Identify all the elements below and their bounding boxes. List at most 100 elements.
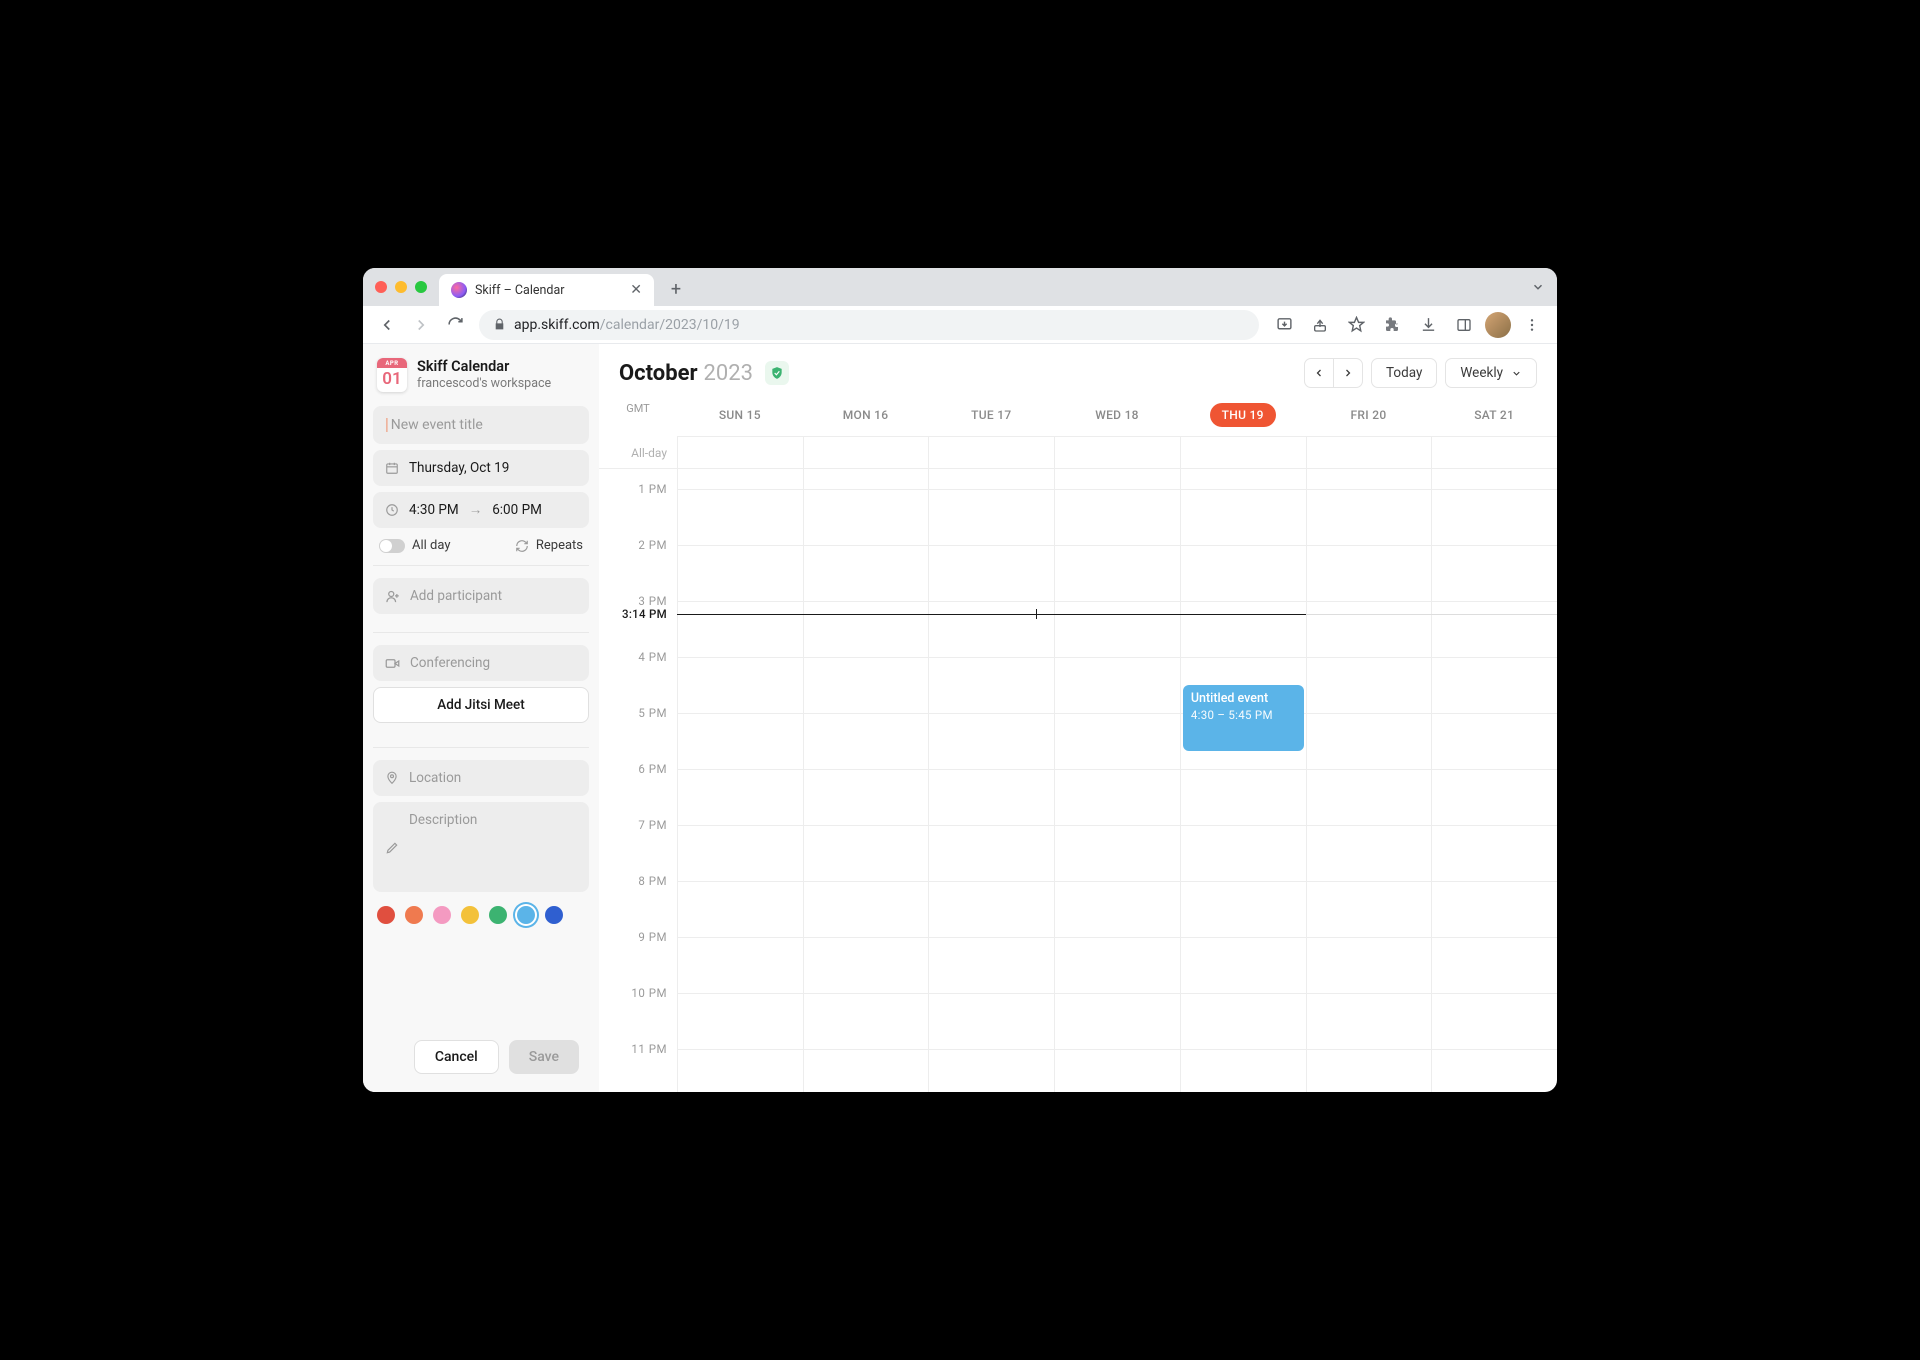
hour-label: 8 PM xyxy=(638,874,667,888)
today-button[interactable]: Today xyxy=(1371,358,1437,388)
calendar-event[interactable]: Untitled event 4:30 – 5:45 PM xyxy=(1183,685,1304,751)
day-header[interactable]: MON 16 xyxy=(803,398,929,436)
new-tab-button[interactable]: + xyxy=(662,275,690,303)
browser-tab[interactable]: Skiff – Calendar ✕ xyxy=(439,274,654,306)
hour-label: 7 PM xyxy=(638,818,667,832)
event-title: Untitled event xyxy=(1191,691,1296,706)
address-bar[interactable]: app.skiff.com/calendar/2023/10/19 xyxy=(479,310,1259,340)
event-time-field[interactable]: 4:30 PM → 6:00 PM xyxy=(373,492,589,528)
bookmark-icon[interactable] xyxy=(1341,310,1371,340)
save-button[interactable]: Save xyxy=(509,1040,579,1074)
all-day-cell[interactable] xyxy=(803,437,929,468)
day-header[interactable]: FRI 20 xyxy=(1306,398,1432,436)
conferencing-field[interactable]: Conferencing xyxy=(373,645,589,681)
time-column: 1 PM2 PM3 PM4 PM5 PM6 PM7 PM8 PM9 PM10 P… xyxy=(599,469,677,1092)
day-column[interactable] xyxy=(928,469,1054,1092)
color-option[interactable] xyxy=(405,906,423,924)
tab-title: Skiff – Calendar xyxy=(475,283,564,298)
all-day-cell[interactable] xyxy=(928,437,1054,468)
month-label: October xyxy=(619,361,698,386)
day-column[interactable] xyxy=(803,469,929,1092)
calendar-controls: Today Weekly xyxy=(1304,358,1537,388)
all-day-cell[interactable] xyxy=(1054,437,1180,468)
calendar-icon xyxy=(385,461,399,475)
workspace-name: francescod's workspace xyxy=(417,376,551,391)
arrow-right-icon: → xyxy=(469,502,483,518)
all-day-cell[interactable] xyxy=(1431,437,1557,468)
location-icon xyxy=(385,771,399,785)
all-day-toggle[interactable]: All day xyxy=(379,538,451,553)
color-option[interactable] xyxy=(545,906,563,924)
next-week-button[interactable] xyxy=(1333,358,1363,388)
calendar-main: October 2023 Today Weekly GMT xyxy=(599,344,1557,1092)
day-header[interactable]: WED 18 xyxy=(1054,398,1180,436)
cancel-button[interactable]: Cancel xyxy=(414,1040,499,1074)
timezone-label: GMT xyxy=(599,398,677,437)
forward-button[interactable] xyxy=(407,311,435,339)
view-selector[interactable]: Weekly xyxy=(1445,358,1537,388)
url-path: /calendar/2023/10/19 xyxy=(600,317,740,333)
downloads-icon[interactable] xyxy=(1413,310,1443,340)
favicon-icon xyxy=(451,282,467,298)
color-picker xyxy=(373,906,589,924)
day-column[interactable] xyxy=(677,469,803,1092)
day-column[interactable] xyxy=(1306,469,1432,1092)
end-time[interactable]: 6:00 PM xyxy=(492,502,542,518)
event-date-field[interactable]: Thursday, Oct 19 xyxy=(373,450,589,486)
back-button[interactable] xyxy=(373,311,401,339)
day-header[interactable]: TUE 17 xyxy=(928,398,1054,436)
event-title-input[interactable]: | xyxy=(373,406,589,444)
close-window-button[interactable] xyxy=(375,281,387,293)
event-time: 4:30 – 5:45 PM xyxy=(1191,708,1296,722)
maximize-window-button[interactable] xyxy=(415,281,427,293)
repeats-button[interactable]: Repeats xyxy=(515,538,583,553)
day-column[interactable]: Untitled event 4:30 – 5:45 PM xyxy=(1180,469,1306,1092)
all-day-label: All-day xyxy=(599,437,677,468)
calendar-header: October 2023 Today Weekly xyxy=(599,344,1557,398)
pencil-icon xyxy=(385,814,399,882)
color-option[interactable] xyxy=(377,906,395,924)
all-day-cell[interactable] xyxy=(677,437,803,468)
description-field[interactable]: Description xyxy=(373,802,589,892)
color-option[interactable] xyxy=(433,906,451,924)
color-option[interactable] xyxy=(489,906,507,924)
clock-icon xyxy=(385,503,399,517)
sidepanel-icon[interactable] xyxy=(1449,310,1479,340)
profile-avatar[interactable] xyxy=(1485,312,1511,338)
reload-button[interactable] xyxy=(441,311,469,339)
hour-label: 6 PM xyxy=(638,762,667,776)
day-header[interactable]: THU 19 xyxy=(1180,398,1306,436)
hour-label: 4 PM xyxy=(638,650,667,664)
prev-week-button[interactable] xyxy=(1304,358,1334,388)
cursor-icon: | xyxy=(385,415,389,435)
all-day-row: All-day xyxy=(599,437,1557,469)
color-option[interactable] xyxy=(517,906,535,924)
participant-field[interactable]: Add participant xyxy=(373,578,589,614)
day-header[interactable]: SAT 21 xyxy=(1431,398,1557,436)
extensions-icon[interactable] xyxy=(1377,310,1407,340)
color-option[interactable] xyxy=(461,906,479,924)
day-header[interactable]: SUN 15 xyxy=(677,398,803,436)
now-time-label: 3:14 PM xyxy=(622,607,667,621)
location-field[interactable]: Location xyxy=(373,760,589,796)
hour-label: 11 PM xyxy=(631,1042,667,1056)
url-host: app.skiff.com xyxy=(514,317,600,333)
close-tab-button[interactable]: ✕ xyxy=(630,282,642,298)
tabs-overflow-button[interactable] xyxy=(1531,280,1545,294)
day-column[interactable] xyxy=(1431,469,1557,1092)
start-time[interactable]: 4:30 PM xyxy=(409,502,459,518)
share-icon[interactable] xyxy=(1305,310,1335,340)
all-day-cell[interactable] xyxy=(1180,437,1306,468)
toolbar-right xyxy=(1269,310,1547,340)
hour-label: 9 PM xyxy=(638,930,667,944)
all-day-cell[interactable] xyxy=(1306,437,1432,468)
install-app-icon[interactable] xyxy=(1269,310,1299,340)
minimize-window-button[interactable] xyxy=(395,281,407,293)
workspace-header[interactable]: APR 01 Skiff Calendar francescod's works… xyxy=(373,358,589,392)
calendar-grid[interactable]: 1 PM2 PM3 PM4 PM5 PM6 PM7 PM8 PM9 PM10 P… xyxy=(599,469,1557,1092)
shield-icon[interactable] xyxy=(765,361,789,385)
add-jitsi-button[interactable]: Add Jitsi Meet xyxy=(373,687,589,723)
menu-icon[interactable] xyxy=(1517,310,1547,340)
app-title: Skiff Calendar xyxy=(417,358,551,375)
day-column[interactable] xyxy=(1054,469,1180,1092)
